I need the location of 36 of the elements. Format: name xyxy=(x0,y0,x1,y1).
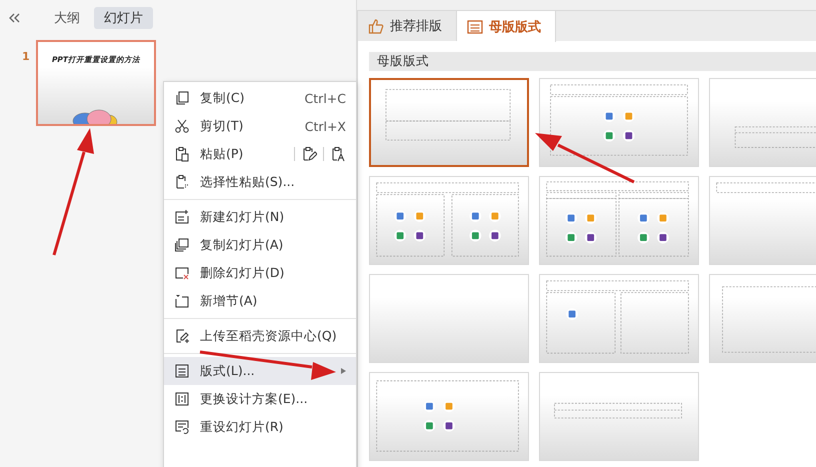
design-icon xyxy=(174,391,190,407)
clipboard-icon xyxy=(174,146,190,162)
scissors-icon xyxy=(174,118,190,134)
thumbs-up-icon xyxy=(368,18,384,34)
menu-item[interactable]: 新建幻灯片(N) xyxy=(164,203,356,231)
paste-text-icon[interactable] xyxy=(330,146,346,162)
menu-item[interactable]: 粘贴(P) xyxy=(164,140,356,168)
caret-icon xyxy=(341,368,346,374)
section-header: 母版版式 xyxy=(369,52,816,71)
paste-format-icon[interactable] xyxy=(301,146,317,162)
menu-item[interactable]: 版式(L)... xyxy=(164,357,356,385)
menu-item[interactable]: 更换设计方案(E)... xyxy=(164,385,356,413)
reset-slide-icon xyxy=(174,419,190,435)
menu-item[interactable]: 复制幻灯片(A) xyxy=(164,231,356,259)
layout-icon xyxy=(467,18,483,34)
section-icon xyxy=(174,293,190,309)
clipboard-icon xyxy=(174,174,190,190)
menu-item[interactable]: 删除幻灯片(D) xyxy=(164,259,356,287)
layout-thumbnail[interactable] xyxy=(369,78,529,167)
new-slide-icon xyxy=(174,209,190,225)
slide-number: 1 xyxy=(22,50,31,63)
layout-tab[interactable]: 母版版式 xyxy=(457,11,556,42)
collapse-icon[interactable] xyxy=(8,13,20,23)
menu-item[interactable]: 选择性粘贴(S)... xyxy=(164,168,356,196)
duplicate-icon xyxy=(174,237,190,253)
menu-item[interactable]: 上传至稻壳资源中心(Q) xyxy=(164,322,356,350)
menu-item[interactable]: 新增节(A) xyxy=(164,287,356,315)
menu-item[interactable]: 复制(C) Ctrl+C xyxy=(164,84,356,112)
panel-tab[interactable]: 幻灯片 xyxy=(94,7,153,29)
copy-icon xyxy=(174,90,190,106)
delete-slide-icon xyxy=(174,265,190,281)
panel-tab[interactable]: 大纲 xyxy=(44,7,90,29)
menu-item[interactable]: 剪切(T) Ctrl+X xyxy=(164,112,356,140)
layout-icon xyxy=(174,363,190,379)
upload-icon xyxy=(174,328,190,344)
menu-item[interactable]: 重设幻灯片(R) xyxy=(164,413,356,441)
